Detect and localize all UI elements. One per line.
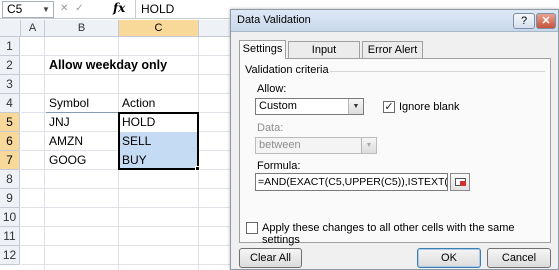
row-header-4[interactable]: 4 xyxy=(0,94,20,113)
validation-criteria-label: Validation criteria xyxy=(245,64,329,76)
data-select-value: between xyxy=(259,139,301,151)
divider xyxy=(330,71,545,72)
row-header-6[interactable]: 6 xyxy=(0,132,20,151)
col-header-b[interactable]: B xyxy=(45,20,119,37)
header-action[interactable]: Action xyxy=(119,94,198,113)
col-header-c[interactable]: C xyxy=(119,20,199,37)
allow-select-value: Custom xyxy=(259,100,297,112)
row-header-11[interactable]: 11 xyxy=(0,227,20,246)
header-symbol[interactable]: Symbol xyxy=(46,94,118,113)
allow-label: Allow: xyxy=(257,83,287,95)
tab-settings[interactable]: Settings xyxy=(239,40,286,59)
close-button[interactable]: ✕ xyxy=(536,13,556,29)
col-header-a[interactable]: A xyxy=(21,20,45,37)
range-select-icon-marker xyxy=(460,181,466,186)
fill-handle[interactable] xyxy=(195,166,200,171)
data-select[interactable]: between ▼ xyxy=(255,137,377,154)
settings-panel: Validation criteria Allow: Custom ▼ ✓ Ig… xyxy=(239,58,551,246)
row-header-5[interactable]: 5 xyxy=(0,113,20,132)
tab-input-message[interactable]: Input Message xyxy=(288,41,360,72)
tab-error-alert[interactable]: Error Alert xyxy=(362,41,423,59)
name-box-value: C5 xyxy=(7,2,23,16)
help-button[interactable]: ? xyxy=(513,13,535,29)
cell-symbol[interactable]: AMZN xyxy=(46,132,118,151)
dialog-title: Data Validation xyxy=(231,10,558,32)
row-header-12[interactable]: 12 xyxy=(0,246,20,265)
name-box[interactable]: C5 ▼ xyxy=(2,1,54,18)
row-header-3[interactable]: 3 xyxy=(0,75,20,94)
row-header-9[interactable]: 9 xyxy=(0,189,20,208)
data-validation-dialog: Data Validation ? ✕ Settings Input Messa… xyxy=(230,9,559,270)
ignore-blank-label: Ignore blank xyxy=(399,101,460,113)
cell-symbol[interactable]: JNJ xyxy=(46,113,118,132)
chevron-down-icon[interactable]: ▼ xyxy=(348,99,363,114)
data-label: Data: xyxy=(257,122,284,134)
col-header-d[interactable] xyxy=(199,20,230,37)
selection-range-border xyxy=(118,112,199,170)
formula-input[interactable]: =AND(EXACT(C5,UPPER(C5)),ISTEXT(C5)) xyxy=(255,173,448,191)
gridline xyxy=(44,37,45,270)
apply-all-label: Apply these changes to all other cells w… xyxy=(262,222,515,246)
cancel-button[interactable]: Cancel xyxy=(487,248,551,268)
apply-all-checkbox[interactable] xyxy=(246,222,258,234)
select-all-corner[interactable] xyxy=(0,20,21,37)
ignore-blank-checkbox[interactable]: ✓ xyxy=(383,101,395,113)
row-header-2[interactable]: 2 xyxy=(0,56,20,75)
insert-function-button[interactable]: fx xyxy=(113,1,125,15)
chevron-down-icon[interactable]: ▼ xyxy=(361,138,376,153)
row-header-8[interactable]: 8 xyxy=(0,170,20,189)
collapse-dialog-button[interactable] xyxy=(450,173,470,191)
allow-select[interactable]: Custom ▼ xyxy=(255,98,364,115)
clear-all-button[interactable]: Clear All xyxy=(239,248,302,268)
row-header-7[interactable]: 7 xyxy=(0,151,20,170)
row-header-10[interactable]: 10 xyxy=(0,208,20,227)
formula-buttons: ✕ ✓ xyxy=(60,3,86,14)
sheet-title[interactable]: Allow weekday only xyxy=(46,56,196,75)
chevron-down-icon[interactable]: ▼ xyxy=(40,3,52,16)
ok-button[interactable]: OK xyxy=(417,248,481,268)
formula-label: Formula: xyxy=(257,160,301,172)
row-header-1[interactable]: 1 xyxy=(0,37,20,56)
cell-symbol[interactable]: GOOG xyxy=(46,151,118,170)
